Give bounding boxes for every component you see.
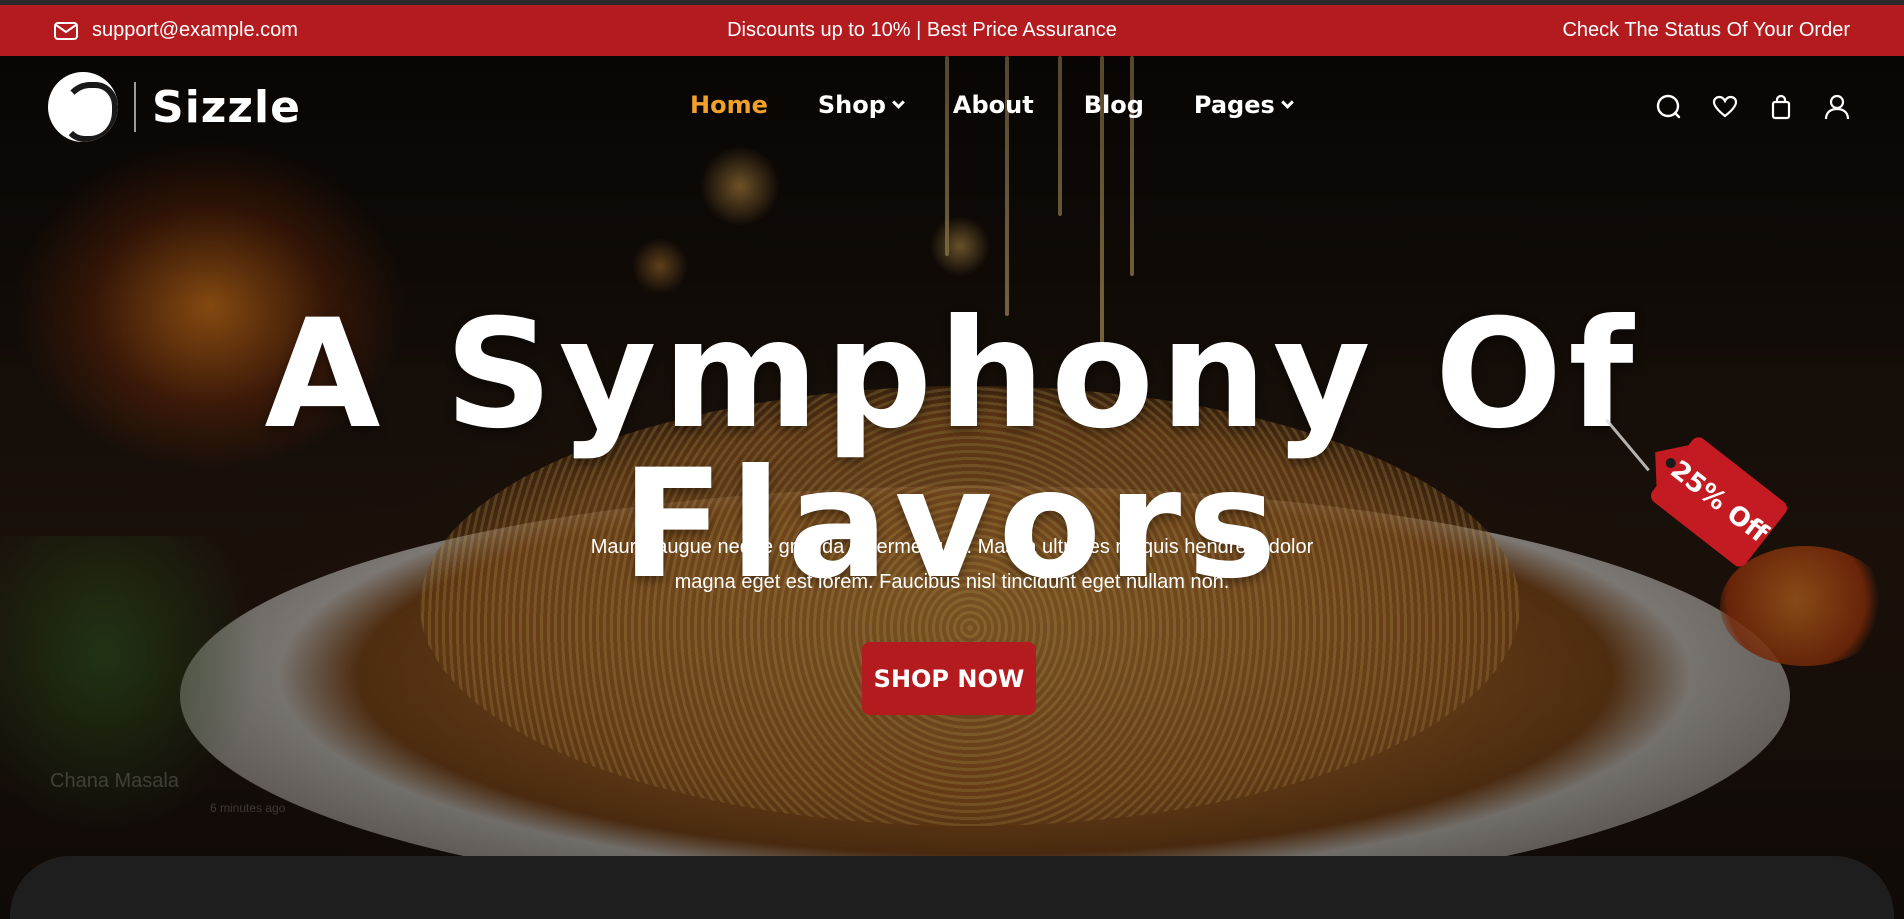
chevron-down-icon	[1280, 95, 1294, 109]
shopping-bag-icon[interactable]	[1768, 94, 1794, 120]
nav-item-about[interactable]: About	[953, 91, 1034, 119]
nav-item-blog[interactable]: Blog	[1084, 91, 1144, 119]
support-email-link[interactable]: support@example.com	[92, 19, 298, 42]
bottom-panel	[10, 856, 1894, 919]
toast-time: 6 minutes ago	[210, 801, 286, 815]
brand-name: Sizzle	[152, 81, 301, 133]
nav-item-shop[interactable]: Shop	[818, 91, 905, 119]
mail-icon	[54, 21, 78, 40]
heart-icon[interactable]	[1712, 94, 1738, 120]
page: support@example.com Discounts up to 10% …	[0, 0, 1904, 919]
brand-logo[interactable]: Sizzle	[48, 72, 301, 142]
logo-icon	[48, 72, 118, 142]
main-nav: Sizzle Home Shop About Blog Pages	[0, 56, 1904, 156]
nav-item-home[interactable]: Home	[690, 91, 768, 119]
shop-now-button[interactable]: SHOP NOW	[862, 642, 1036, 715]
order-status-link[interactable]: Check The Status Of Your Order	[1330, 19, 1850, 42]
search-icon[interactable]	[1656, 94, 1682, 120]
toast-title: Chana Masala	[50, 770, 179, 792]
chevron-down-icon	[892, 95, 905, 109]
nav-menu: Home Shop About Blog Pages	[690, 91, 1294, 119]
top-bar: support@example.com Discounts up to 10% …	[0, 0, 1904, 56]
nav-item-pages[interactable]: Pages	[1194, 91, 1294, 119]
notification-toast: Chana Masala 6 minutes ago	[50, 770, 300, 815]
header-icons	[1656, 94, 1850, 120]
promo-text: Discounts up to 10% | Best Price Assuran…	[727, 19, 1117, 41]
user-icon[interactable]	[1824, 94, 1850, 120]
hero-description: Mauris augue neque gravida in fermentum.…	[590, 536, 1314, 593]
